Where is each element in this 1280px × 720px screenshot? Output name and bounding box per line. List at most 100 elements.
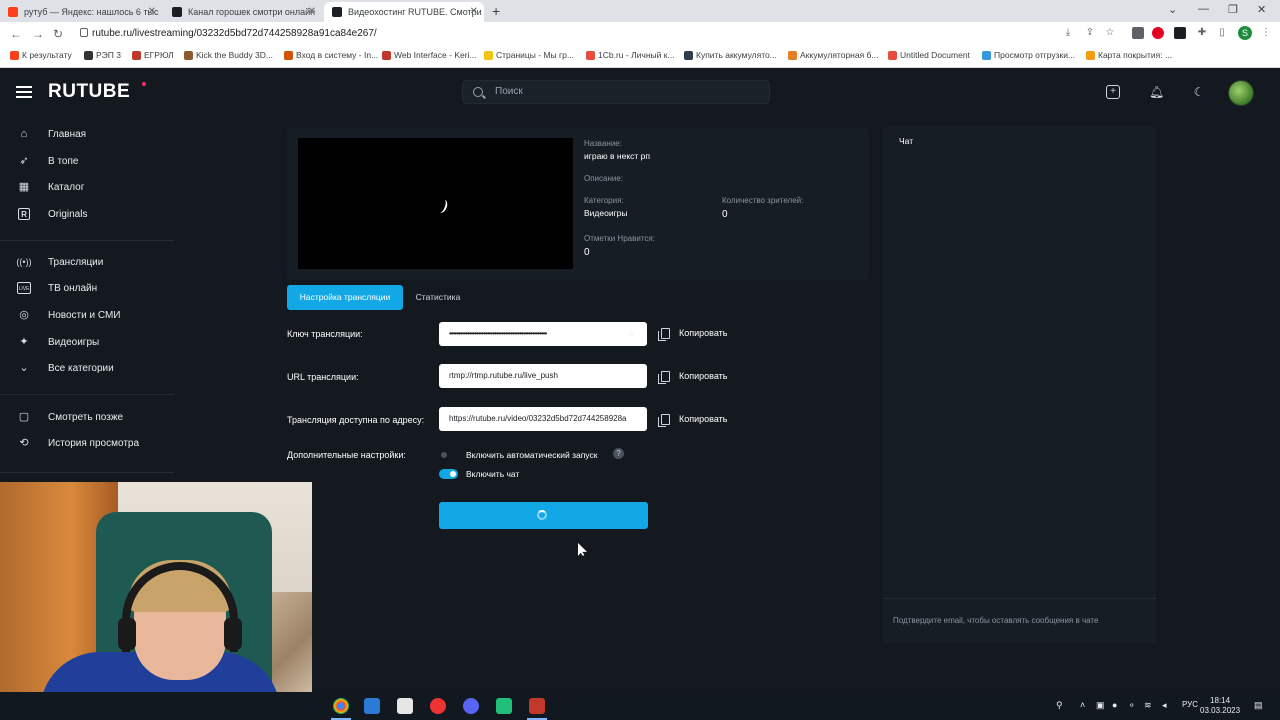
rutube-logo[interactable]: RUTUBE bbox=[48, 81, 130, 103]
url-field[interactable]: rutube.ru/livestreaming/03232d5bd72d7442… bbox=[92, 28, 377, 39]
stream-key-field[interactable]: ••••••••••••••••••••••••••••••••••••••••… bbox=[439, 322, 647, 346]
user-avatar[interactable] bbox=[1228, 80, 1254, 106]
close-tab-icon[interactable]: ✕ bbox=[470, 2, 478, 22]
bookmark-item[interactable]: Страницы - Мы гр... bbox=[484, 50, 574, 60]
tray-app-icon[interactable]: ▣ bbox=[1096, 700, 1105, 711]
sidebar-item-label: Видеоигры bbox=[48, 337, 100, 348]
share-icon[interactable]: ⇪ bbox=[1084, 27, 1096, 39]
bookmark-item[interactable]: 1Сb.ru - Личный к... bbox=[586, 50, 675, 60]
wifi-tray-icon[interactable]: ≋ bbox=[1144, 700, 1152, 711]
sidepanel-icon[interactable]: ▯ bbox=[1216, 27, 1228, 39]
bookmark-item[interactable]: Kick the Buddy 3D... bbox=[184, 50, 273, 60]
bookmark-item[interactable]: РЭП 3 bbox=[84, 50, 121, 60]
close-tab-icon[interactable]: ✕ bbox=[308, 2, 316, 22]
paint-taskbar-icon[interactable] bbox=[397, 698, 413, 714]
bookmark-item[interactable]: Купить аккумулято... bbox=[684, 50, 777, 60]
tab-stream-settings[interactable]: Настройка трансляции bbox=[287, 285, 403, 310]
stream-address-field[interactable]: https://rutube.ru/video/03232d5bd72d7442… bbox=[439, 407, 647, 431]
mail-taskbar-icon[interactable] bbox=[364, 698, 380, 714]
sidebar-item-all-categories[interactable]: ⌄ Все категории bbox=[0, 356, 174, 382]
watch-later-icon: ▢ bbox=[18, 411, 30, 423]
bookmark-item[interactable]: Вход в систему - In... bbox=[284, 50, 378, 60]
description-label: Описание: bbox=[584, 174, 624, 183]
home-icon: ⌂ bbox=[20, 128, 28, 140]
forward-icon[interactable]: → bbox=[32, 27, 44, 41]
bookmark-item[interactable]: Просмотр отгрузки... bbox=[982, 50, 1075, 60]
eye-slash-icon[interactable]: ◌ bbox=[629, 329, 634, 338]
bookmark-item[interactable]: Карта покрытия: ... bbox=[1086, 50, 1172, 60]
bookmark-item[interactable]: ЕГРЮЛ bbox=[132, 50, 174, 60]
bookmark-item[interactable]: Аккумуляторная б... bbox=[788, 50, 879, 60]
reload-icon[interactable]: ↻ bbox=[53, 27, 63, 41]
sidebar-item-home[interactable]: ⌂ Главная bbox=[0, 122, 174, 148]
sidebar-item-originals[interactable]: R Originals bbox=[0, 202, 174, 228]
stream-url-field[interactable]: rtmp://rtmp.rutube.ru/live_push bbox=[439, 364, 647, 388]
autostart-label: Включить автоматический запуск bbox=[466, 450, 598, 460]
chrome-taskbar-icon[interactable] bbox=[333, 698, 349, 714]
live-tv-icon: LIVE bbox=[17, 282, 31, 294]
extension-icon[interactable] bbox=[1132, 27, 1144, 39]
sidebar-item-history[interactable]: ⟲ История просмотра bbox=[0, 431, 174, 457]
minimize-icon[interactable]: — bbox=[1198, 3, 1209, 15]
tab-search-icon[interactable]: ⌄ bbox=[1168, 3, 1177, 16]
bookmark-item[interactable]: Untitled Document bbox=[888, 50, 970, 60]
bell-icon[interactable]: 🔔︎ bbox=[1149, 85, 1164, 99]
stream-url-label: URL трансляции: bbox=[287, 372, 359, 382]
sidebar-item-streams[interactable]: ((•)) Трансляции bbox=[0, 250, 174, 276]
bookmark-favicon-icon bbox=[586, 51, 595, 60]
volume-tray-icon[interactable]: ◂ bbox=[1162, 700, 1167, 711]
bookmark-item[interactable]: К результату bbox=[10, 50, 72, 60]
network-tray-icon[interactable]: ⚲ bbox=[1056, 700, 1063, 711]
moon-icon[interactable]: ☾ bbox=[1192, 85, 1206, 99]
app-taskbar-icon[interactable] bbox=[496, 698, 512, 714]
new-tab-button[interactable]: + bbox=[492, 2, 500, 20]
tray-app-icon[interactable]: ● bbox=[1112, 700, 1117, 710]
sidebar-item-watch-later[interactable]: ▢ Смотреть позже bbox=[0, 405, 174, 431]
language-indicator[interactable]: РУС bbox=[1182, 700, 1198, 709]
profile-avatar[interactable]: S bbox=[1238, 26, 1252, 40]
browser-tab-yandex[interactable]: рутуб — Яндекс: нашлось 6 тыс ✕ bbox=[0, 2, 162, 22]
chat-toggle[interactable] bbox=[439, 469, 458, 479]
sidebar-item-catalog[interactable]: ▦ Каталог bbox=[0, 175, 174, 201]
restore-icon[interactable]: ❐ bbox=[1228, 3, 1238, 16]
menu-kebab-icon[interactable]: ⋮ bbox=[1260, 27, 1272, 39]
sidebar-item-tv[interactable]: LIVE ТВ онлайн bbox=[0, 276, 174, 302]
bookmark-item[interactable]: Web Interface - Keri... bbox=[382, 50, 477, 60]
tab-statistics[interactable]: Статистика bbox=[407, 285, 469, 310]
discord-taskbar-icon[interactable] bbox=[463, 698, 479, 714]
bookmark-favicon-icon bbox=[10, 51, 19, 60]
lock-icon[interactable] bbox=[80, 28, 88, 37]
hamburger-menu-icon[interactable] bbox=[16, 86, 32, 98]
microphone-tray-icon[interactable]: ⚬ bbox=[1128, 700, 1136, 711]
back-icon[interactable]: ← bbox=[10, 27, 22, 41]
tray-overflow-icon[interactable]: ˄ bbox=[1080, 700, 1085, 710]
pinterest-extension-icon[interactable] bbox=[1152, 27, 1164, 39]
close-tab-icon[interactable]: ✕ bbox=[148, 2, 156, 22]
chevron-down-icon: ⌄ bbox=[19, 362, 29, 374]
close-window-icon[interactable]: ✕ bbox=[1257, 3, 1266, 16]
copy-icon bbox=[658, 414, 670, 427]
extension-k-icon[interactable] bbox=[1174, 27, 1186, 39]
video-player[interactable] bbox=[298, 138, 573, 269]
install-icon[interactable]: ⤓ bbox=[1062, 27, 1074, 39]
sidebar-item-games[interactable]: ✦ Видеоигры bbox=[0, 330, 174, 356]
recorder-taskbar-icon[interactable] bbox=[529, 698, 545, 714]
bookmark-star-icon[interactable]: ☆ bbox=[1104, 27, 1116, 39]
sidebar-item-top[interactable]: ➶ В топе bbox=[0, 149, 174, 175]
upload-icon[interactable]: + bbox=[1106, 85, 1120, 99]
yandex-taskbar-icon[interactable] bbox=[430, 698, 446, 714]
browser-tab-channel[interactable]: Канал горошек смотри онлайн ✕ bbox=[164, 2, 322, 22]
sidebar-item-news[interactable]: ◎ Новости и СМИ bbox=[0, 303, 174, 329]
sidebar-divider bbox=[0, 394, 174, 395]
sidebar-item-label: Originals bbox=[48, 209, 88, 220]
browser-tab-rutube-active[interactable]: Видеохостинг RUTUBE. Смотри ✕ bbox=[324, 2, 484, 22]
chat-panel bbox=[883, 127, 1156, 643]
search-input[interactable]: Поиск bbox=[462, 80, 770, 104]
autostart-toggle[interactable] bbox=[439, 450, 458, 460]
sidebar-item-label: Главная bbox=[48, 129, 87, 140]
clock[interactable]: 18:14 03.03.2023 bbox=[1200, 696, 1240, 716]
clock-time: 18:14 bbox=[1210, 696, 1231, 705]
puzzle-extensions-icon[interactable]: ✚ bbox=[1196, 27, 1208, 39]
notifications-icon[interactable]: ▤ bbox=[1254, 700, 1263, 711]
help-icon[interactable]: ? bbox=[613, 448, 624, 459]
